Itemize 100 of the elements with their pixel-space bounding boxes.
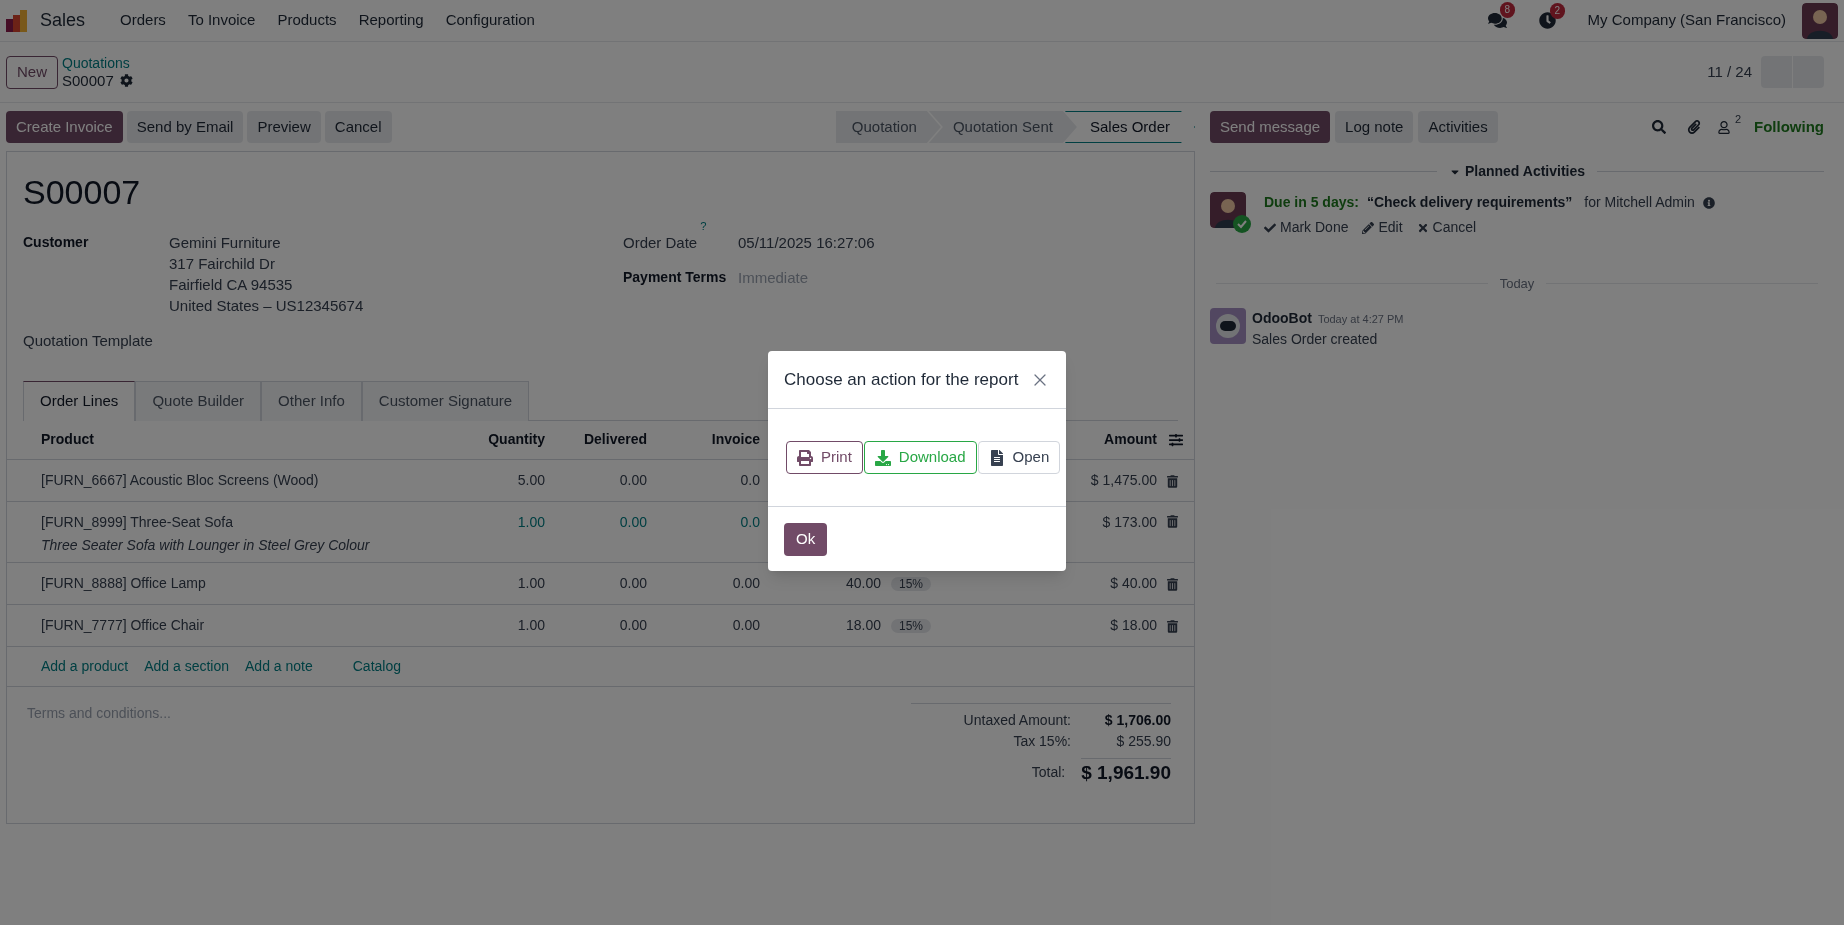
sliders-icon[interactable] [1169,432,1183,447]
table-cell-text: 0.00 [731,615,760,635]
new-button[interactable]: New [6,55,58,89]
add-line-link[interactable]: Add a product [41,655,129,677]
total-label: Tax 15%: [1013,731,1071,751]
field-value[interactable]: 05/11/2025 16:27:06 [738,232,875,255]
table-cell-text: 0.0 [739,512,760,532]
report-action-button[interactable]: Open [977,441,1061,474]
product-description: Three Seater Sofa with Lounger in Steel Grey Colour [41,535,371,555]
tax-tag: 15% [891,618,932,633]
check-icon [1264,221,1276,234]
table-cell-text: $ 173.00 [1102,512,1157,532]
menu-item[interactable]: Reporting [347,9,435,32]
add-line-link[interactable]: Catalog [352,655,401,677]
product-name[interactable]: [FURN_8888] Office Lamp [41,572,400,594]
column-header[interactable]: Delivered [545,429,647,450]
clock-icon[interactable] [1538,12,1556,29]
chat-icon[interactable] [1487,11,1507,30]
status-step[interactable]: Quotation Sent [928,111,1077,143]
product-name[interactable]: [FURN_8999] Three-Seat Sofa [41,511,400,533]
table-cell-text: $ 18.00 [1110,615,1157,635]
activity-action[interactable]: Cancel [1416,217,1477,238]
message-body: Sales Order created [1252,329,1379,349]
notification-badge: 2 [1549,3,1566,19]
action-button[interactable]: Preview [247,111,321,143]
check-badge-icon [1233,215,1251,233]
chatter-button[interactable]: Send message [1210,111,1331,143]
table-cell-text: $ 40.00 [1110,573,1157,593]
total-label: Total: [1031,762,1066,782]
notification-badge: 8 [1499,2,1516,18]
person-icon[interactable] [1717,120,1730,134]
activity-summary: “Check delivery requirements” [1366,193,1573,212]
follow-button[interactable]: Following [1754,115,1824,139]
activity-due: Due in 5 days: [1264,193,1359,212]
app-name[interactable]: Sales [40,7,86,34]
delete-icon[interactable] [1167,578,1178,591]
delete-icon[interactable] [1167,475,1178,488]
info-icon[interactable] [1702,196,1715,209]
dialog-title: Choose an action for the report [784,368,1020,391]
field-label: Payment Terms [623,267,728,287]
total-value: $ 1,706.00 [1103,710,1171,730]
section-toggle[interactable]: Planned Activities [1444,161,1590,182]
column-header[interactable]: Amount [1104,429,1157,450]
table-cell-text: 18.00 [844,615,881,635]
table-cell-text: $ 1,475.00 [1090,470,1157,490]
activity-action[interactable]: Edit [1362,217,1403,238]
form-tab[interactable]: Customer Signature [361,380,530,421]
paperclip-icon[interactable] [1686,120,1701,134]
pager-value[interactable]: 11 / 24 [1707,60,1752,84]
followers-count: 2 [1734,113,1741,125]
menu-item[interactable]: Products [266,9,348,32]
search-icon[interactable] [1651,120,1666,134]
report-action-button[interactable]: Print [786,441,863,474]
form-tab[interactable]: Order Lines [23,380,136,421]
table-cell-text: 1.00 [516,512,545,532]
product-name[interactable]: [FURN_6667] Acoustic Bloc Screens (Wood) [41,469,400,491]
product-name[interactable]: [FURN_7777] Office Chair [41,614,400,636]
tax-tag: 15% [891,576,932,591]
activity-action[interactable]: Mark Done [1264,217,1349,238]
settings-icon[interactable] [119,74,133,87]
chatter-button[interactable]: Log note [1335,111,1414,143]
address-line: 317 Fairchild Dr [169,254,276,274]
column-header[interactable]: Product [7,429,400,450]
action-button[interactable]: Send by Email [126,111,244,143]
chatter-button[interactable]: Activities [1418,111,1498,143]
add-line-link[interactable]: Add a note [245,655,313,677]
record-name: S00007 [62,72,114,89]
form-tab[interactable]: Quote Builder [135,380,262,421]
status-step[interactable]: Sales Order [1064,111,1195,143]
column-header[interactable]: Invoice [647,429,760,450]
total-label: Untaxed Amount: [963,710,1071,730]
report-action-button[interactable]: Download [863,441,977,474]
form-tab[interactable]: Other Info [261,380,362,421]
table-cell-text: 1.00 [516,615,545,635]
app-logo [6,9,28,32]
field-label: Quotation Template [23,331,154,351]
bot-avatar [1210,307,1246,344]
activity-assignee: for Mitchell Admin [1584,193,1695,212]
menu-item[interactable]: Configuration [434,9,546,32]
ok-button[interactable]: Ok [784,522,828,556]
address-line: Fairfield CA 94535 [169,275,294,295]
table-cell-text: 0.00 [618,512,647,532]
column-header[interactable]: Quantity [400,429,545,450]
message-author[interactable]: OdooBot [1252,307,1312,329]
document-icon [988,449,1005,466]
delete-icon[interactable] [1167,620,1178,633]
table-cell-text: 1.00 [516,573,545,593]
company-switcher[interactable]: My Company (San Francisco) [1587,9,1786,32]
user-avatar [1802,2,1838,39]
download-icon [874,449,891,466]
address-line[interactable]: Gemini Furniture [169,232,364,253]
add-line-link[interactable]: Add a section [144,655,229,677]
menu-item[interactable]: To Invoice [176,9,267,32]
breadcrumb-link[interactable]: Quotations [62,55,133,72]
table-cell-text: 0.00 [618,615,647,635]
action-button[interactable]: Cancel [324,111,392,143]
date-separator: Today [1499,275,1535,293]
delete-icon[interactable] [1167,514,1178,528]
action-button[interactable]: Create Invoice [6,111,123,143]
menu-item[interactable]: Orders [109,9,177,32]
